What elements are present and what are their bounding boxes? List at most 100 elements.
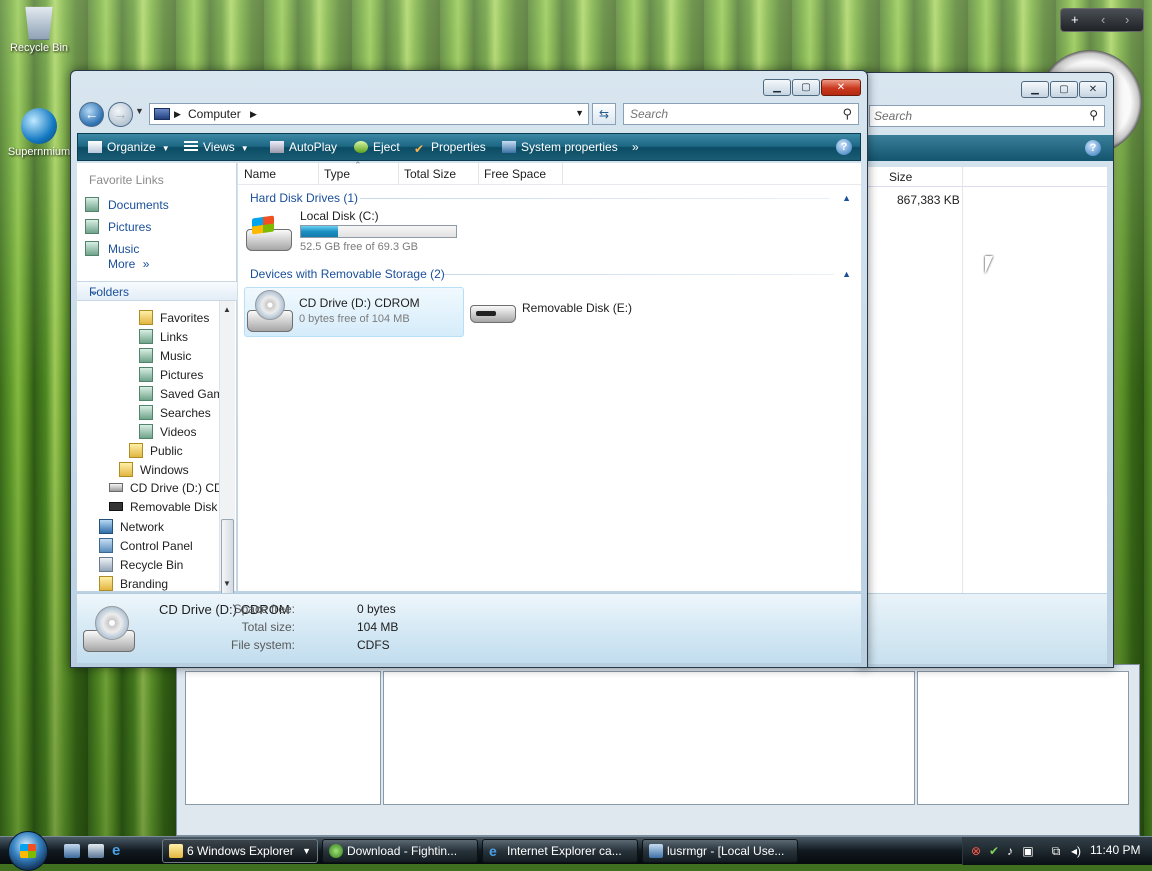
navigation-pane[interactable]: Favorite Links Documents Pictures Music … [77,163,237,625]
minimize-button[interactable]: ▁ [1021,81,1049,98]
search-box[interactable]: ⚲ [623,103,859,125]
details-pane: CD Drive (D:) CDROM Space free: 0 bytes … [77,593,861,663]
eject-button[interactable]: Eject [354,140,400,154]
column-type[interactable]: Type [324,167,350,181]
taskbar-clock[interactable]: 11:40 PM [1090,843,1140,857]
organize-button[interactable]: Organize ▼ [88,140,170,154]
views-button[interactable]: Views ▼ [184,140,249,154]
favorite-link-documents[interactable]: Documents [85,197,169,212]
network-icon[interactable]: ⧉ [1049,844,1063,858]
column-total-size[interactable]: Total Size [404,167,456,181]
autoplay-button[interactable]: AutoPlay [270,140,337,154]
tree-item-favorites[interactable]: Favorites [139,310,209,325]
collapse-group-icon[interactable]: ▲ [842,193,851,203]
search-input[interactable]: Search ⚲ [869,105,1105,127]
start-button[interactable] [8,831,48,871]
drive-item-local-disk[interactable]: Local Disk (C:) 52.5 GB free of 69.3 GB [238,207,468,257]
tree-item-links[interactable]: Links [139,329,188,344]
breadcrumb-computer[interactable]: Computer [188,107,241,121]
tree-item-network[interactable]: Network [99,519,164,534]
system-properties-icon [502,141,516,153]
internet-explorer-icon[interactable]: e [112,843,128,858]
speaker-icon[interactable]: ◂) [1069,844,1083,858]
tree-pane[interactable] [185,671,381,805]
previous-icon[interactable]: ‹ [1101,12,1105,27]
scroll-up-icon[interactable]: ▲ [223,305,231,314]
sidebar-gadget-controls[interactable]: + ‹ › [1060,8,1144,32]
drive-item-removable-disk[interactable]: Removable Disk (E:) [468,287,668,337]
help-icon[interactable]: ? [836,139,852,155]
actions-pane[interactable] [917,671,1129,805]
tree-item-videos[interactable]: Videos [139,424,196,439]
recent-pages-dropdown-icon[interactable]: ▼ [135,106,144,116]
search-icon[interactable]: ⚲ [842,106,852,122]
background-explorer-window[interactable]: ▁ ▢ ✕ Search ⚲ ? Size 867,383 KB [860,72,1114,668]
tree-item-saved-games[interactable]: Saved Gam [139,386,223,401]
background-window-lusrmgr[interactable] [176,664,1140,836]
tree-item-recycle-bin[interactable]: Recycle Bin [99,557,183,572]
breadcrumb-arrow-icon[interactable]: ▶ [174,109,181,120]
file-list[interactable]: Name Type ⌃ Total Size Free Space Hard D… [238,160,861,591]
more-links-button[interactable]: More » [108,257,149,271]
scroll-down-icon[interactable]: ▼ [223,579,231,588]
refresh-button[interactable]: ⇆ [592,103,616,125]
group-header-removable-storage[interactable]: Devices with Removable Storage (2) [250,267,445,281]
close-button[interactable]: ✕ [1079,81,1107,98]
add-gadget-icon[interactable]: + [1071,12,1079,27]
more-commands-icon[interactable]: » [632,140,639,154]
back-button[interactable]: ← [79,102,104,127]
volume-icon[interactable]: ♪ [1003,844,1017,858]
favorite-link-label: Pictures [108,220,152,234]
show-desktop-icon[interactable] [64,844,80,858]
desktop-icon-app[interactable]: Supernmium [4,108,74,158]
search-icon[interactable]: ⚲ [1089,108,1098,122]
lock-icon[interactable]: ▣ [1021,844,1035,858]
checkmark-icon[interactable]: ✔ [987,844,1001,858]
tree-item-control-panel[interactable]: Control Panel [99,538,193,553]
column-name[interactable]: Name [244,167,276,181]
autoplay-icon [270,141,284,153]
properties-button[interactable]: ✔ Properties [414,140,486,156]
tree-item-public[interactable]: Public [129,443,183,458]
column-size[interactable]: Size [889,170,912,184]
tree-item-cd-drive[interactable]: CD Drive (D:) CD [109,481,223,495]
breadcrumb-arrow-icon[interactable]: ▶ [250,109,257,120]
tree-item-branding[interactable]: Branding [99,576,168,591]
collapse-group-icon[interactable]: ▲ [842,269,851,279]
list-pane[interactable] [383,671,915,805]
file-list[interactable]: 867,383 KB [861,187,1107,593]
tree-item-music[interactable]: Music [139,348,191,363]
close-button[interactable]: ✕ [821,79,861,96]
security-alert-icon[interactable]: ⊗ [969,844,983,858]
maximize-button[interactable]: ▢ [792,79,820,96]
column-header: Size [861,167,1107,187]
help-icon[interactable]: ? [1085,140,1101,156]
favorite-link-pictures[interactable]: Pictures [85,219,151,234]
system-properties-button[interactable]: System properties [502,140,618,154]
group-header-hard-disk-drives[interactable]: Hard Disk Drives (1) [250,191,358,205]
tree-item-windows[interactable]: Windows [119,462,189,477]
desktop-icon-recycle-bin[interactable]: Recycle Bin [4,4,74,54]
forward-button[interactable]: → [108,102,133,127]
tree-label: Recycle Bin [120,558,184,572]
drive-item-cd-drive[interactable]: CD Drive (D:) CDROM 0 bytes free of 104 … [244,287,464,337]
next-icon[interactable]: › [1125,12,1129,27]
search-input[interactable] [628,105,828,123]
tree-label: CD Drive (D:) CD [130,481,223,495]
explorer-window-computer[interactable]: ▁ ▢ ✕ ← → ▼ ▶ Computer ▶ ▼ ⇆ ⚲ Organize▼… [70,70,868,668]
tree-item-searches[interactable]: Searches [139,405,211,420]
taskbar-button-download[interactable]: Download - Fightin... [322,839,478,863]
column-free-space[interactable]: Free Space [484,167,546,181]
taskbar-button-lusrmgr[interactable]: lusrmgr - [Local Use... [642,839,798,863]
tree-item-removable-disk[interactable]: Removable Disk [109,500,217,514]
tree-item-pictures[interactable]: Pictures [139,367,203,382]
folders-header[interactable]: Folders ⌄ [77,281,237,301]
taskbar-button-windows-explorer[interactable]: 6 Windows Explorer ▼ [162,839,318,863]
minimize-button[interactable]: ▁ [763,79,791,96]
maximize-button[interactable]: ▢ [1050,81,1078,98]
taskbar-button-internet-explorer[interactable]: e Internet Explorer ca... [482,839,638,863]
address-bar[interactable]: ▶ Computer ▶ ▼ [149,103,589,125]
switch-windows-icon[interactable] [88,844,104,858]
favorite-link-music[interactable]: Music [85,241,139,256]
address-dropdown-icon[interactable]: ▼ [575,108,584,118]
